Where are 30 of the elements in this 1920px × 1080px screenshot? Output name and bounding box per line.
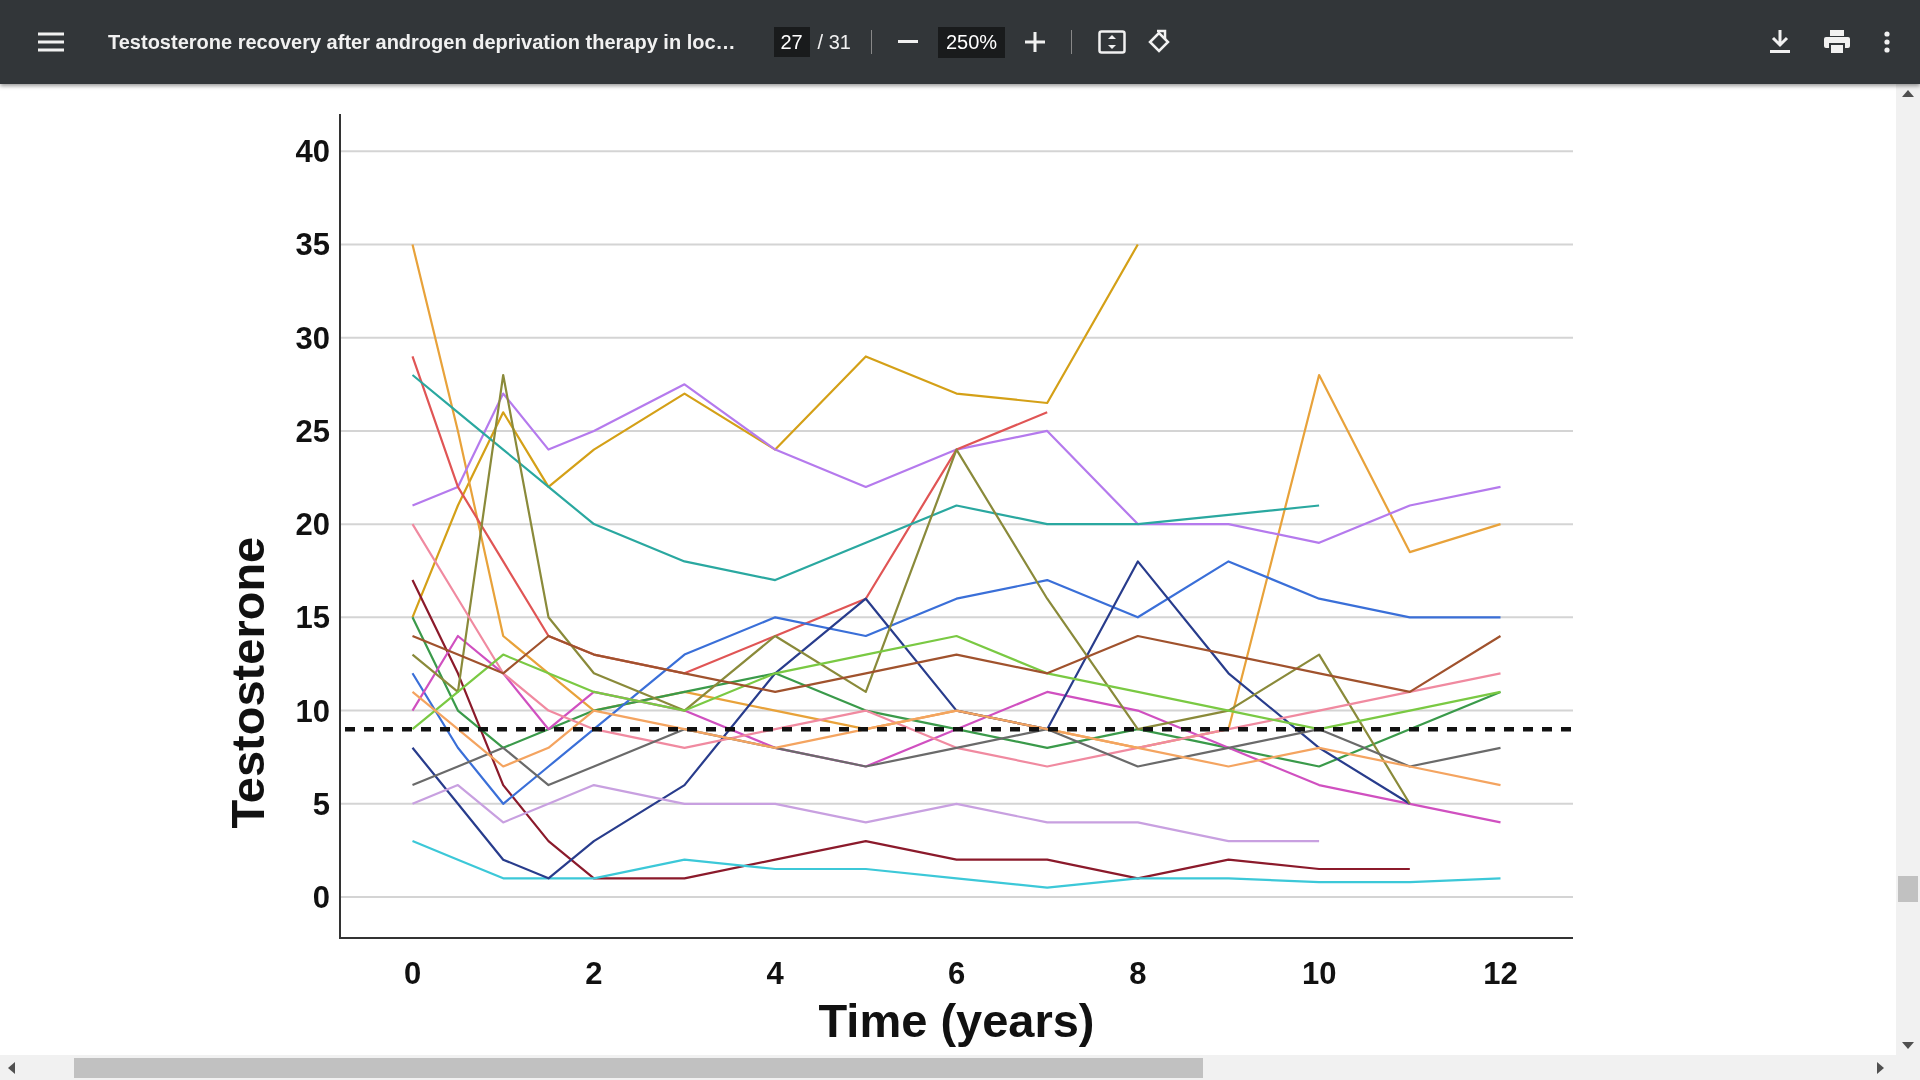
x-tick-label: 4: [766, 956, 784, 991]
x-tick-label: 12: [1483, 956, 1518, 991]
x-tick-label: 6: [947, 956, 966, 991]
y-tick-label: 35: [295, 227, 330, 263]
y-tick-label: 20: [295, 507, 330, 543]
scrollbar-thumb[interactable]: [74, 1057, 1203, 1078]
y-tick-label: 0: [312, 880, 330, 915]
zoom-level-field[interactable]: 250%: [937, 26, 1006, 58]
y-tick-label: 15: [295, 600, 330, 636]
y-axis-title: Testosterone: [221, 536, 274, 829]
document-title: Testosterone recovery after androgen deprivation therapy in loc…: [108, 30, 736, 54]
scroll-down-icon[interactable]: [1902, 1042, 1914, 1049]
x-tick-label: 10: [1301, 956, 1337, 991]
scroll-right-icon[interactable]: [1877, 1061, 1884, 1074]
y-tick-label: 25: [295, 413, 330, 449]
minus-icon: [897, 40, 918, 44]
page-count: / 31: [817, 30, 851, 54]
plus-icon: [1025, 32, 1046, 52]
scroll-up-icon[interactable]: [1902, 90, 1914, 97]
scrollbar-thumb[interactable]: [1898, 876, 1918, 902]
scroll-left-icon[interactable]: [8, 1061, 15, 1074]
x-axis-title: Time (years): [818, 994, 1095, 1047]
y-tick-label: 10: [295, 693, 330, 729]
x-tick-label: 0: [403, 956, 422, 991]
x-tick-label: 2: [585, 956, 603, 991]
y-tick-label: 40: [295, 134, 330, 170]
page-number-field[interactable]: 27: [773, 27, 810, 57]
y-tick-label: 30: [295, 320, 330, 356]
x-tick-label: 8: [1129, 956, 1147, 991]
y-tick-label: 5: [312, 786, 330, 822]
